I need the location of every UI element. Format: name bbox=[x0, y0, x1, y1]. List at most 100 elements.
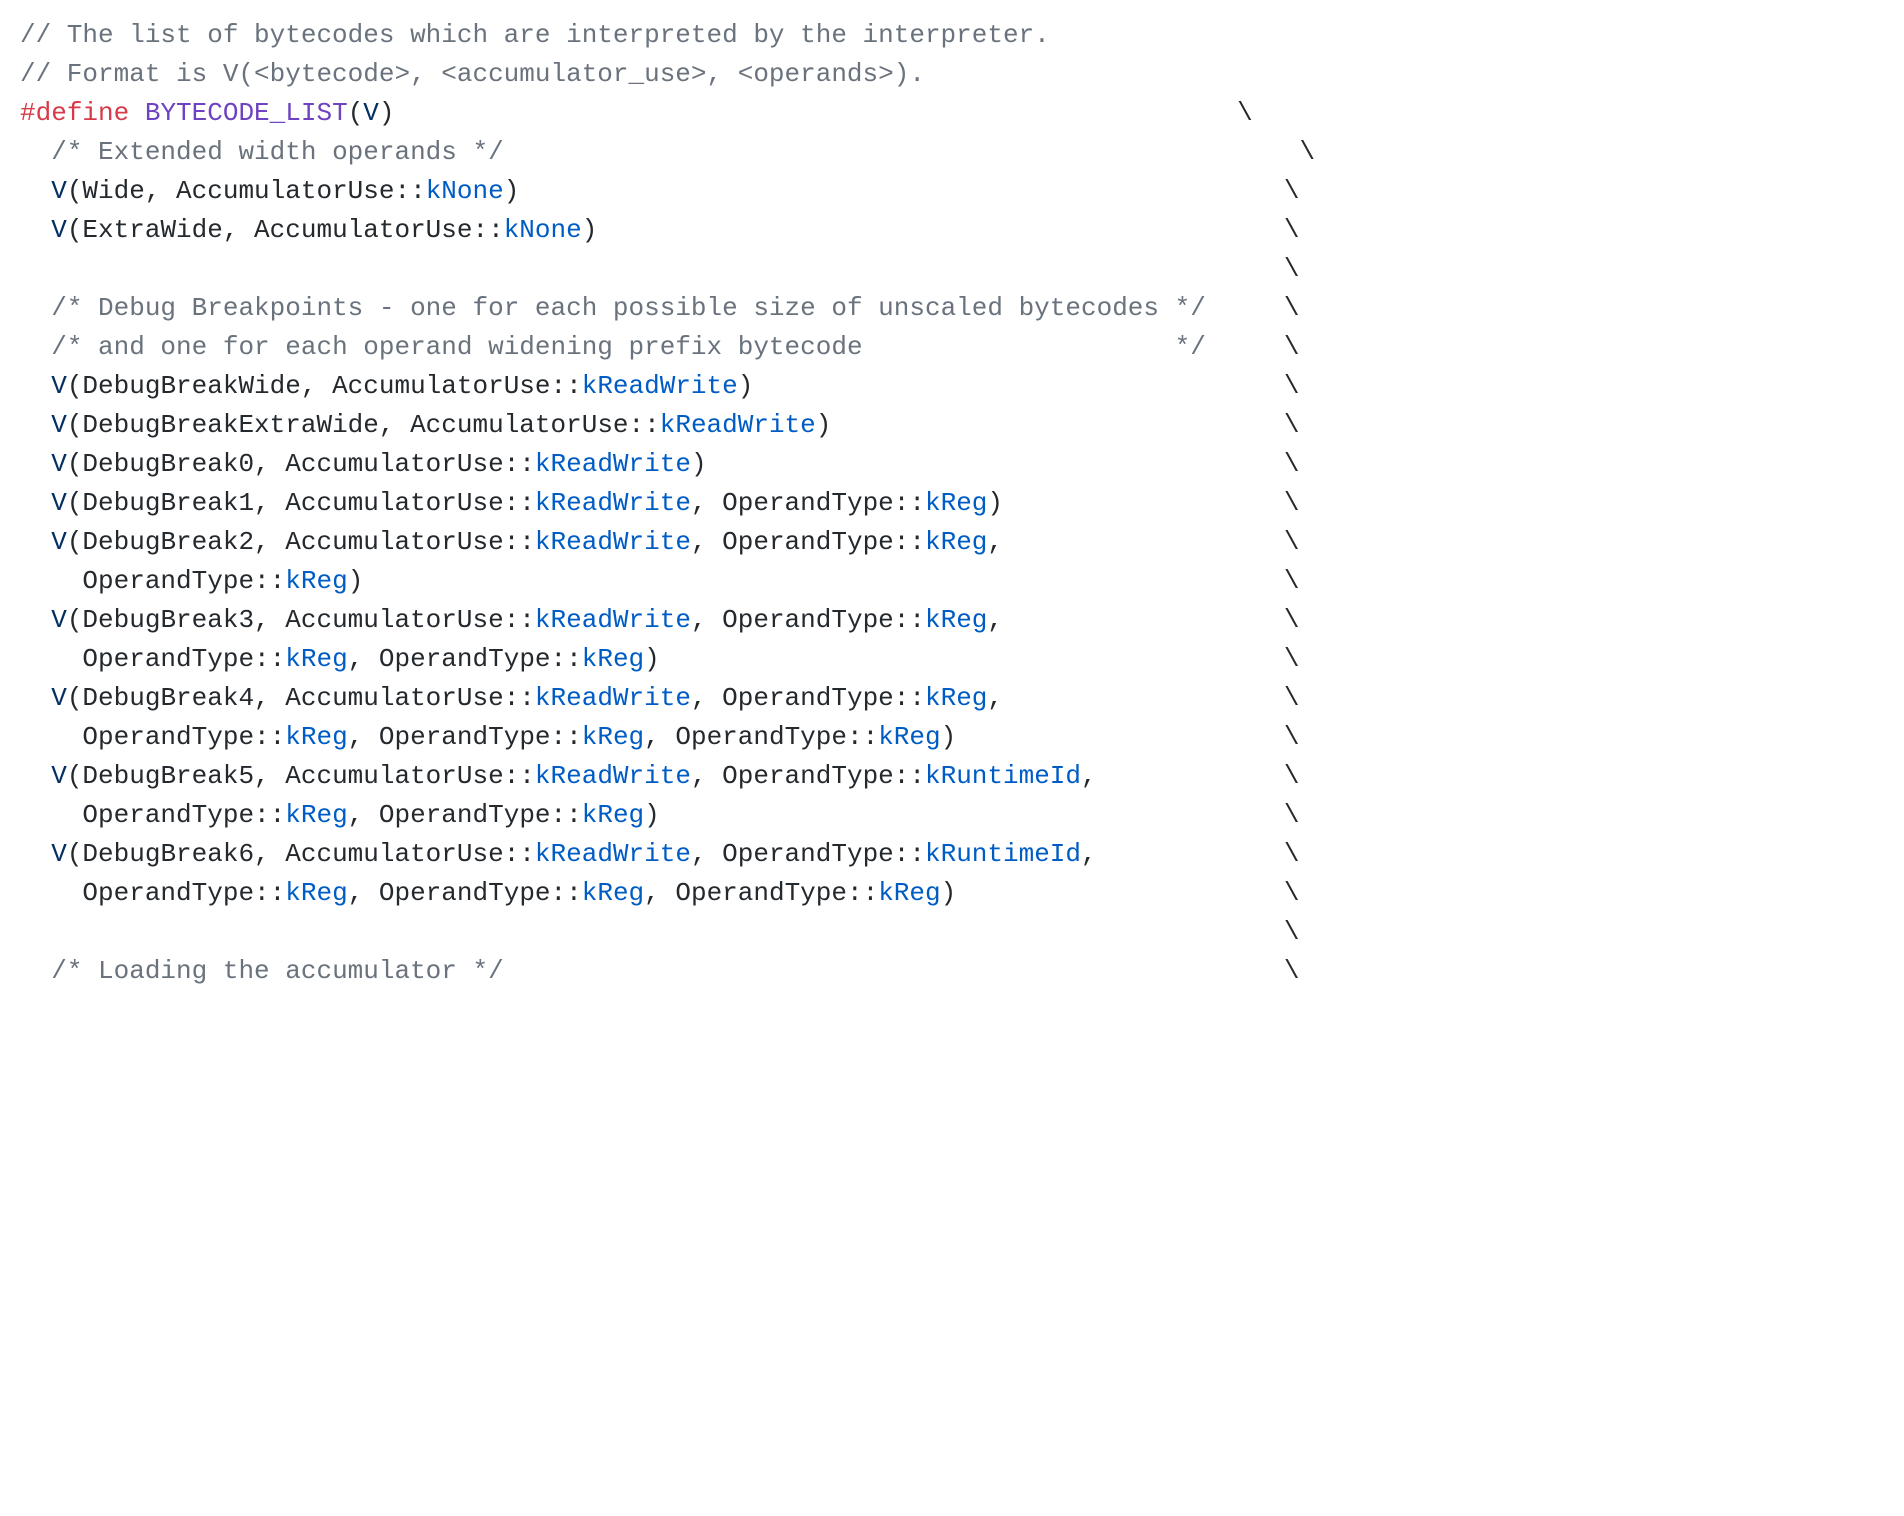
enum-value: kReadWrite bbox=[535, 488, 691, 518]
indent bbox=[20, 566, 82, 596]
line-continuation: \ bbox=[1284, 371, 1300, 401]
text: , bbox=[987, 683, 1003, 713]
line-continuation: \ bbox=[1284, 839, 1300, 869]
text: , OperandType:: bbox=[348, 722, 582, 752]
text: (ExtraWide, AccumulatorUse:: bbox=[67, 215, 504, 245]
enum-value: kReg bbox=[285, 878, 347, 908]
code-line: V(DebugBreak5, AccumulatorUse::kReadWrit… bbox=[20, 761, 1299, 791]
enum-value: kReg bbox=[925, 683, 987, 713]
enum-value: kReg bbox=[285, 566, 347, 596]
enum-value: kReg bbox=[285, 644, 347, 674]
code-line: V(DebugBreak0, AccumulatorUse::kReadWrit… bbox=[20, 449, 1299, 479]
text: , OperandType:: bbox=[348, 800, 582, 830]
text: , OperandType:: bbox=[691, 683, 925, 713]
enum-value: kNone bbox=[426, 176, 504, 206]
padding bbox=[395, 98, 1238, 128]
padding bbox=[1003, 605, 1284, 635]
text: OperandType:: bbox=[82, 800, 285, 830]
macro-call: V bbox=[51, 488, 67, 518]
padding bbox=[707, 449, 1284, 479]
code-line: V(DebugBreakWide, AccumulatorUse::kReadW… bbox=[20, 371, 1299, 401]
text: (Wide, AccumulatorUse:: bbox=[67, 176, 426, 206]
code-line: /* and one for each operand widening pre… bbox=[20, 332, 1299, 362]
text: OperandType:: bbox=[82, 878, 285, 908]
code-line: OperandType::kReg, OperandType::kReg) \ bbox=[20, 644, 1299, 674]
text: ) bbox=[987, 488, 1003, 518]
code-block: // The list of bytecodes which are inter… bbox=[0, 0, 1904, 1007]
enum-value: kReg bbox=[878, 722, 940, 752]
line-continuation: \ bbox=[1284, 683, 1300, 713]
text: OperandType:: bbox=[82, 566, 285, 596]
padding bbox=[956, 722, 1284, 752]
indent bbox=[20, 332, 51, 362]
indent bbox=[20, 956, 51, 986]
text: (DebugBreakWide, AccumulatorUse:: bbox=[67, 371, 582, 401]
text: ) bbox=[504, 176, 520, 206]
line-continuation: \ bbox=[1284, 566, 1300, 596]
text: ) bbox=[941, 878, 957, 908]
code-line: V(ExtraWide, AccumulatorUse::kNone) \ bbox=[20, 215, 1299, 245]
line-continuation: \ bbox=[1284, 800, 1300, 830]
indent bbox=[20, 878, 82, 908]
indent bbox=[20, 683, 51, 713]
macro-param: V bbox=[363, 98, 379, 128]
text: , bbox=[987, 605, 1003, 635]
padding bbox=[660, 800, 1284, 830]
enum-value: kRuntimeId bbox=[925, 761, 1081, 791]
line-continuation: \ bbox=[1284, 449, 1300, 479]
code-line: V(Wide, AccumulatorUse::kNone) \ bbox=[20, 176, 1299, 206]
enum-value: kNone bbox=[504, 215, 582, 245]
text: (DebugBreakExtraWide, AccumulatorUse:: bbox=[67, 410, 660, 440]
padding bbox=[831, 410, 1283, 440]
text: (DebugBreak5, AccumulatorUse:: bbox=[67, 761, 535, 791]
code-line: /* Debug Breakpoints - one for each poss… bbox=[20, 293, 1299, 323]
line-continuation: \ bbox=[1284, 761, 1300, 791]
enum-value: kReg bbox=[878, 878, 940, 908]
enum-value: kReadWrite bbox=[582, 371, 738, 401]
code-line: OperandType::kReg, OperandType::kReg, Op… bbox=[20, 722, 1300, 752]
enum-value: kReadWrite bbox=[535, 761, 691, 791]
text: OperandType:: bbox=[82, 644, 285, 674]
line-continuation: \ bbox=[1284, 956, 1300, 986]
padding bbox=[660, 644, 1284, 674]
text: , OperandType:: bbox=[691, 488, 925, 518]
line-continuation: \ bbox=[1284, 410, 1300, 440]
text: (DebugBreak3, AccumulatorUse:: bbox=[67, 605, 535, 635]
enum-value: kReadWrite bbox=[535, 527, 691, 557]
text: OperandType:: bbox=[82, 722, 285, 752]
comment: /* and one for each operand widening pre… bbox=[51, 332, 1206, 362]
code-line: // Format is V(<bytecode>, <accumulator_… bbox=[20, 59, 925, 89]
line-continuation: \ bbox=[1284, 605, 1300, 635]
indent bbox=[20, 410, 51, 440]
text: , bbox=[987, 527, 1003, 557]
text: (DebugBreak4, AccumulatorUse:: bbox=[67, 683, 535, 713]
text: (DebugBreak0, AccumulatorUse:: bbox=[67, 449, 535, 479]
indent bbox=[20, 761, 51, 791]
code-line: V(DebugBreakExtraWide, AccumulatorUse::k… bbox=[20, 410, 1299, 440]
indent bbox=[20, 527, 51, 557]
macro-call: V bbox=[51, 761, 67, 791]
padding bbox=[1003, 683, 1284, 713]
code-line: V(DebugBreak2, AccumulatorUse::kReadWrit… bbox=[20, 527, 1299, 557]
indent bbox=[20, 839, 51, 869]
line-continuation: \ bbox=[1284, 722, 1300, 752]
code-line: V(DebugBreak1, AccumulatorUse::kReadWrit… bbox=[20, 488, 1299, 518]
preprocessor-hash: # bbox=[20, 98, 36, 128]
comment: /* Loading the accumulator */ bbox=[51, 956, 503, 986]
indent bbox=[20, 722, 82, 752]
padding bbox=[519, 176, 1284, 206]
text: , bbox=[1081, 761, 1097, 791]
padding bbox=[1097, 761, 1284, 791]
padding bbox=[1206, 332, 1284, 362]
line-continuation: \ bbox=[1284, 917, 1300, 947]
padding bbox=[363, 566, 1284, 596]
text: , OperandType:: bbox=[644, 878, 878, 908]
enum-value: kRuntimeId bbox=[925, 839, 1081, 869]
padding bbox=[504, 956, 1284, 986]
code-line: V(DebugBreak3, AccumulatorUse::kReadWrit… bbox=[20, 605, 1299, 635]
enum-value: kReg bbox=[925, 605, 987, 635]
indent bbox=[20, 800, 82, 830]
line-continuation: \ bbox=[1284, 215, 1300, 245]
line-continuation: \ bbox=[1284, 644, 1300, 674]
text: ) bbox=[816, 410, 832, 440]
